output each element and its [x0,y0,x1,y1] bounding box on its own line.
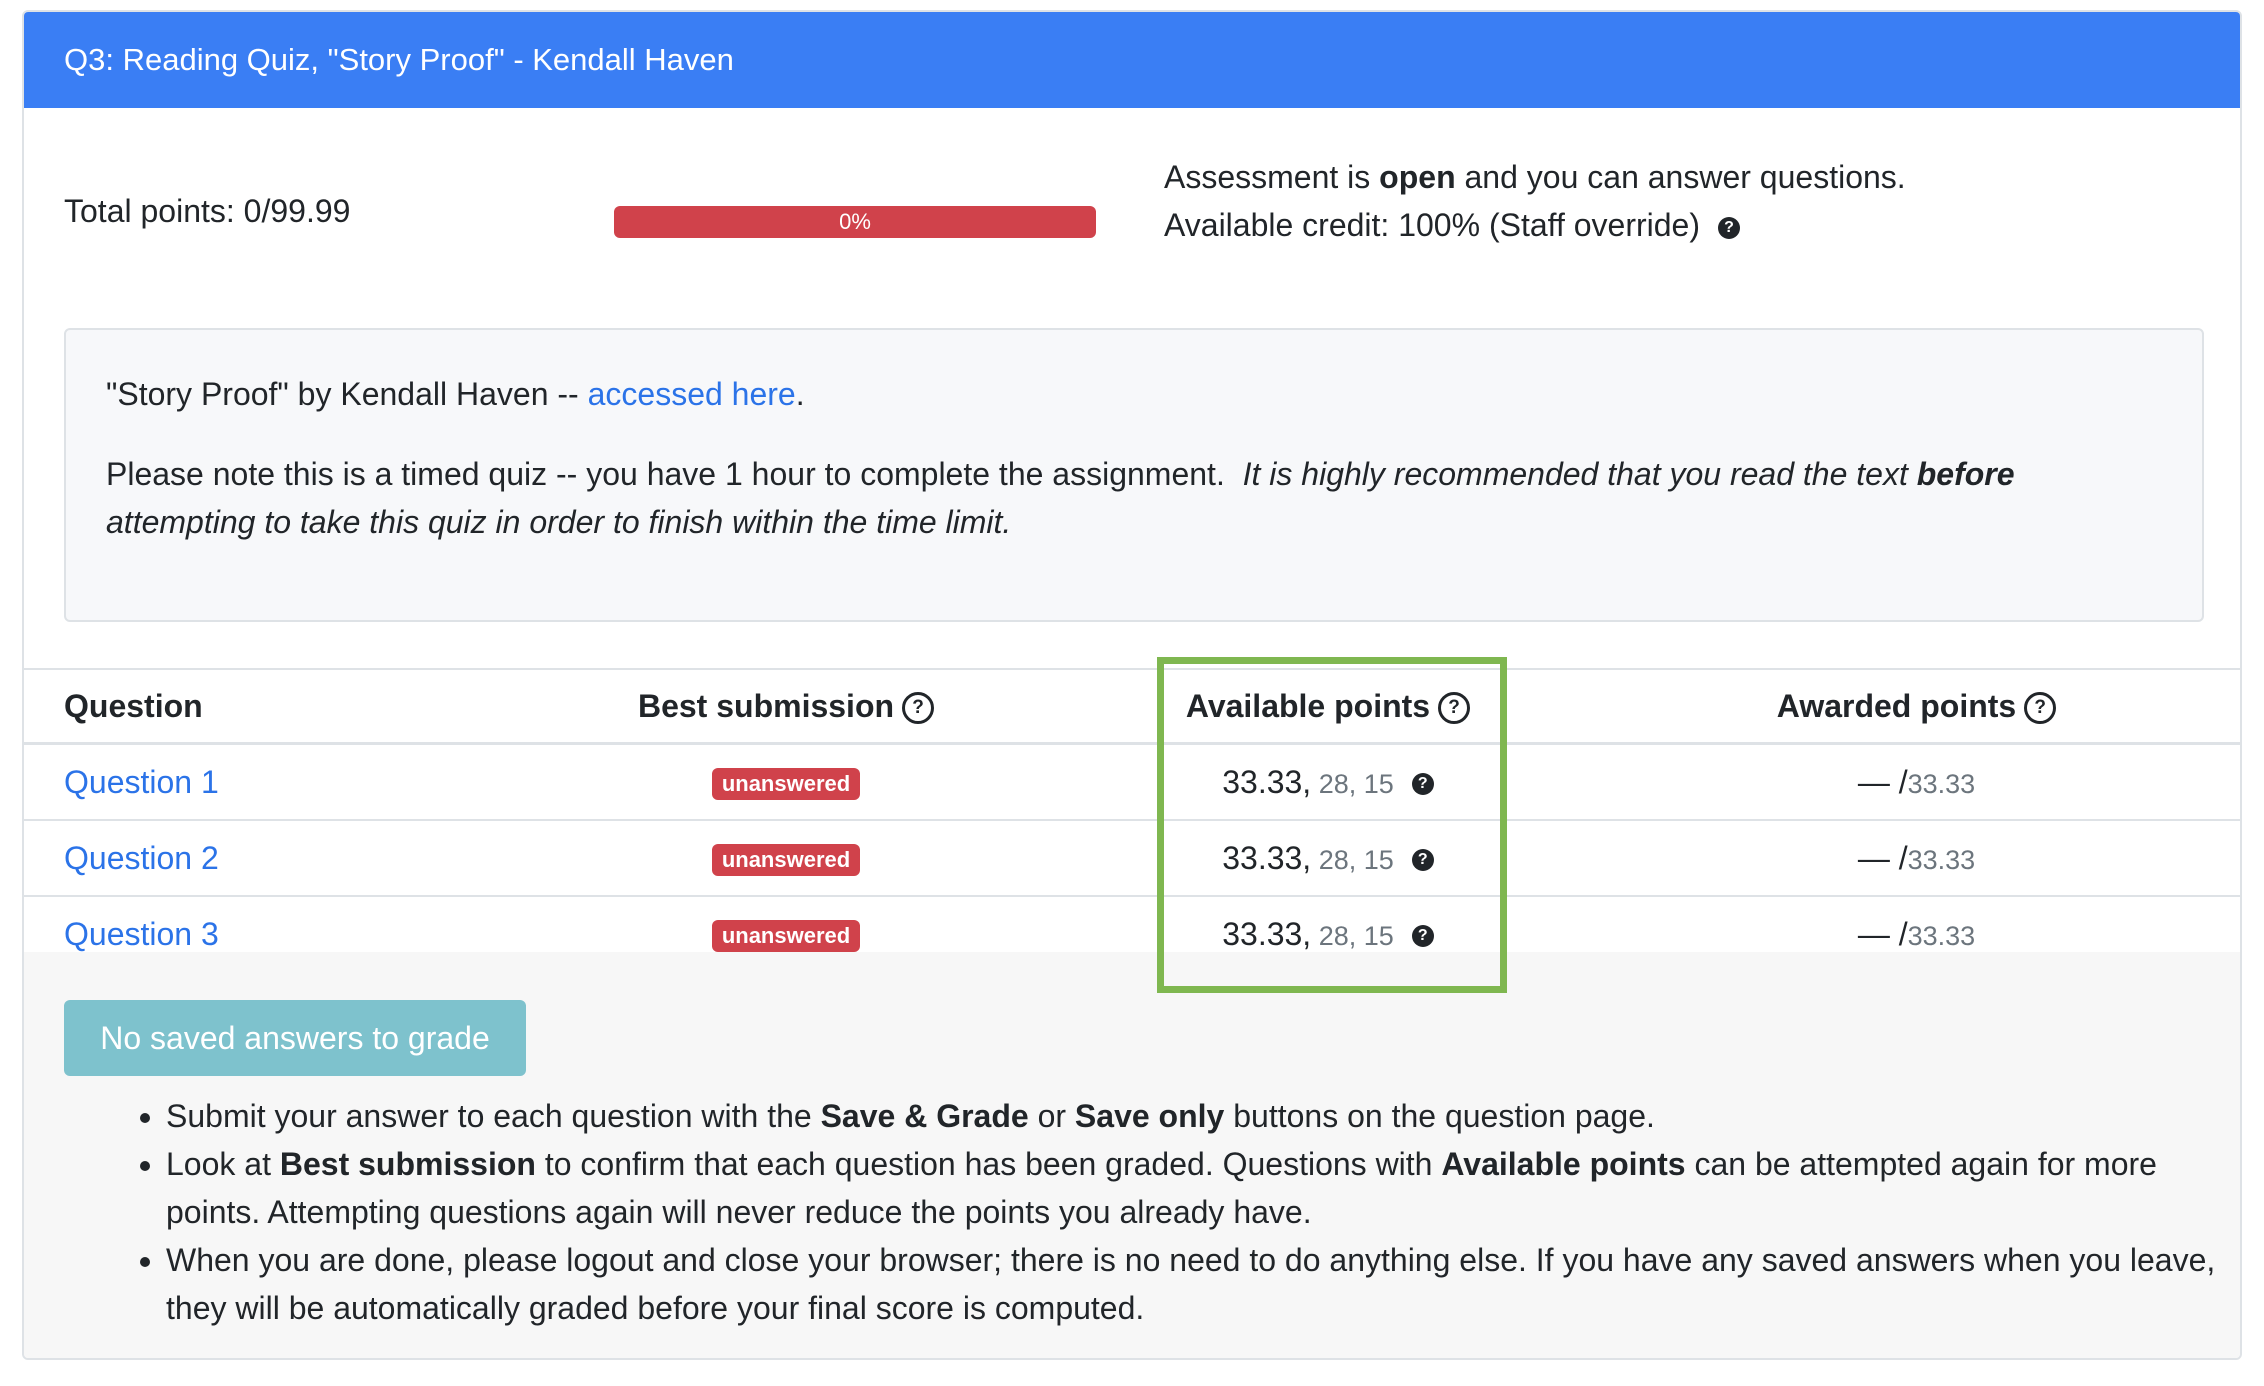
credit-line: Available credit: 100% (Staff override)? [1164,201,1906,249]
points-progress: 0% [614,206,1096,238]
awarded-points-dash: — / [1857,915,1908,952]
reading-source: "Story Proof" by Kendall Haven -- access… [106,376,805,412]
assessment-summary: Total points: 0/99.99 0% Assessment is o… [24,108,2240,318]
available-points-future: 28, 15 [1311,844,1394,875]
status-badge: unanswered [711,920,861,953]
grade-saved-answers-button[interactable]: No saved answers to grade [64,1000,526,1076]
assessment-title: Q3: Reading Quiz, "Story Proof" - Kendal… [24,12,2240,108]
awarded-points-max: 33.33 [1907,844,1976,875]
list-item: When you are done, please logout and clo… [166,1236,2240,1332]
accessed-here-link[interactable]: accessed here [588,376,796,412]
status-line: Assessment is open and you can answer qu… [1164,159,1906,195]
status-badge: unanswered [711,844,861,877]
points-progress-label: 0% [839,209,871,234]
points-help-icon[interactable]: ? [1411,773,1434,796]
table-row: Question 1 unanswered 33.33, 28, 15? — /… [24,743,2240,821]
question-circle-icon[interactable]: ? [2024,692,2057,725]
awarded-points-max: 33.33 [1907,768,1976,799]
available-points-future: 28, 15 [1311,920,1394,951]
question-1-link[interactable]: Question 1 [64,764,219,800]
credit-help-icon[interactable]: ? [1717,216,1740,239]
timed-quiz-note: Please note this is a timed quiz -- you … [106,456,2015,540]
points-help-icon[interactable]: ? [1411,849,1434,872]
available-points-value: 33.33, [1222,839,1312,876]
table-row: Question 2 unanswered 33.33, 28, 15? — /… [24,820,2240,897]
total-points: Total points: 0/99.99 [64,193,351,229]
assessment-footer: No saved answers to grade Submit your an… [24,952,2240,1358]
assessment-card: Q3: Reading Quiz, "Story Proof" - Kendal… [22,10,2242,1360]
awarded-points-max: 33.33 [1907,920,1976,951]
list-item: Submit your answer to each question with… [166,1092,2240,1140]
header-available-points: Available points? [1067,668,1589,745]
header-best-submission: Best submission? [505,668,1067,745]
question-circle-icon[interactable]: ? [902,692,935,725]
list-item: Look at Best submission to confirm that … [166,1140,2240,1236]
status-open: open [1379,159,1456,195]
question-3-link[interactable]: Question 3 [64,916,219,952]
header-awarded-points: Awarded points? [1589,668,2240,745]
available-credit: Available credit: 100% (Staff override) [1164,207,1700,243]
points-progress-bar: 0% [614,206,1096,238]
assessment-status: Assessment is open and you can answer qu… [1164,153,1906,249]
available-points-value: 33.33, [1222,763,1312,800]
awarded-points-dash: — / [1857,839,1908,876]
questions-table: Question Best submission? Available poin… [24,668,2240,973]
awarded-points-dash: — / [1857,763,1908,800]
table-header-row: Question Best submission? Available poin… [24,668,2240,745]
assessment-instructions: "Story Proof" by Kendall Haven -- access… [64,328,2204,622]
available-points-value: 33.33, [1222,915,1312,952]
question-2-link[interactable]: Question 2 [64,840,219,876]
points-help-icon[interactable]: ? [1411,925,1434,948]
question-circle-icon[interactable]: ? [1438,692,1471,725]
instructions-list: Submit your answer to each question with… [124,1092,2240,1332]
status-badge: unanswered [711,768,861,801]
header-question: Question [24,668,505,745]
available-points-future: 28, 15 [1311,768,1394,799]
